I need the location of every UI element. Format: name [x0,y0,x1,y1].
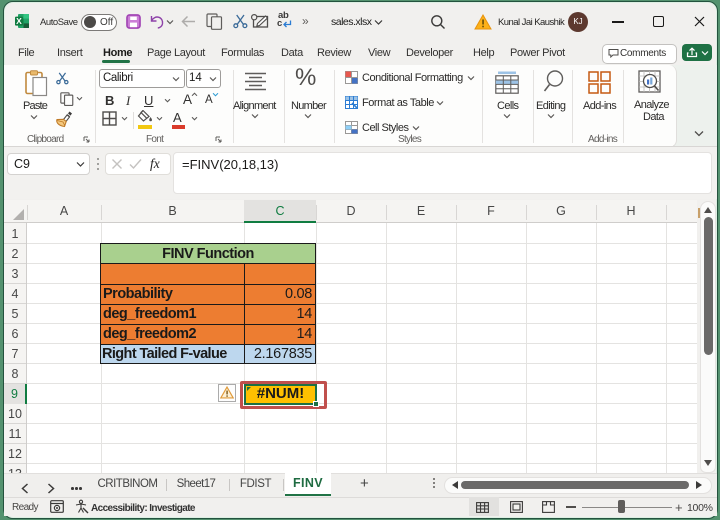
svg-text:X: X [16,16,22,26]
